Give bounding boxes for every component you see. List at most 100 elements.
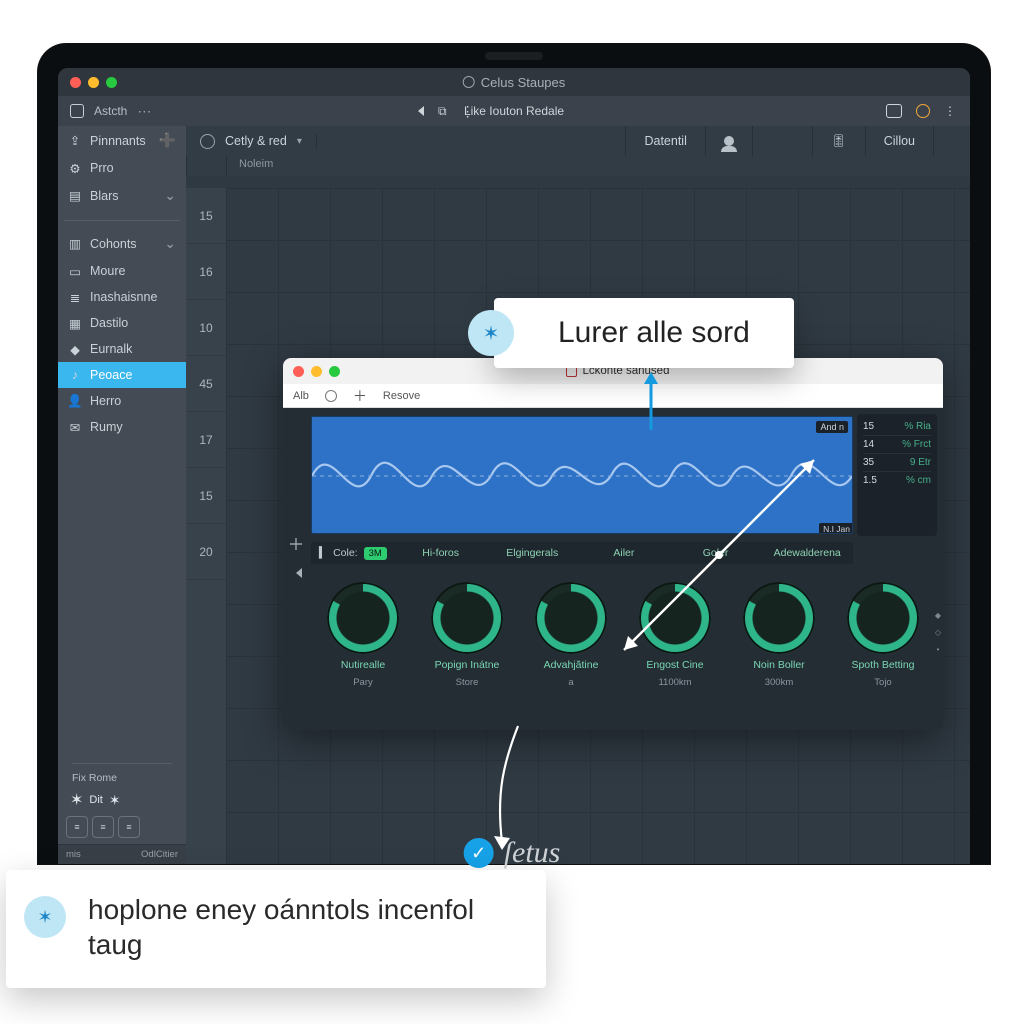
labels-chip[interactable]: 3M — [364, 547, 387, 560]
callout-top: ✶ Lurer alle sord — [494, 298, 794, 368]
tab-resolve[interactable]: Resove — [383, 390, 420, 402]
label-cell: Hi-foros — [395, 547, 487, 559]
mini-meter: ≡ — [66, 816, 88, 838]
book-icon: ▭ — [68, 264, 82, 278]
camera-icon[interactable] — [886, 104, 902, 118]
calendar-icon: ▤ — [68, 189, 82, 203]
knob-sublabel: Pary — [353, 677, 373, 688]
knob-noin-boller[interactable]: Noin Boller300km — [727, 570, 831, 700]
knob-engost-cine[interactable]: Engost Cine1100km — [623, 570, 727, 700]
maximize-icon[interactable] — [329, 366, 340, 377]
chevron-left-icon[interactable] — [292, 568, 302, 578]
plus-icon[interactable]: ＋ — [353, 386, 367, 406]
sidebar-item-peoace[interactable]: ♪Peoace — [58, 362, 186, 388]
knob-nutirealle[interactable]: NutireallePary — [311, 570, 415, 700]
knob-dial[interactable] — [431, 582, 503, 654]
knob-dial[interactable] — [535, 582, 607, 654]
column-label: Noleim — [226, 156, 285, 176]
source-label[interactable]: Cetly & red — [225, 134, 287, 148]
tab-alb[interactable]: Alb — [293, 390, 309, 402]
maximize-icon[interactable] — [106, 77, 117, 88]
wave-badge-bottom: N.I Jan — [819, 523, 853, 534]
aux-icon[interactable]: ⌄ — [164, 235, 176, 252]
sidebar-item-herro[interactable]: 👤Herro — [58, 388, 186, 414]
ruler-tick: 45 — [186, 356, 226, 412]
sidebar-item-label: Inashaisnne — [90, 290, 176, 304]
minimize-icon[interactable] — [311, 366, 322, 377]
ruler-tick: 15 — [186, 188, 226, 244]
close-icon[interactable] — [293, 366, 304, 377]
layers-icon: ▥ — [68, 237, 82, 251]
chevron-down-icon[interactable]: ▾ — [297, 136, 302, 147]
waveform[interactable]: And n N.I Jan — [311, 416, 853, 534]
callout-bottom-icon: ✶ — [24, 896, 66, 938]
image-icon: ▦ — [68, 316, 82, 330]
field-header: Cetly & red ▾ Datentil 🎚 Cillou — [186, 126, 970, 156]
tool-icon[interactable]: ⧉ — [438, 104, 447, 119]
panel-icon[interactable] — [70, 104, 84, 118]
status-bar: mis OdlCitier — [58, 844, 186, 864]
sidebar-item-label: Blars — [90, 189, 156, 203]
target-icon — [463, 76, 475, 88]
waveform-panel[interactable]: And n N.I Jan — [311, 416, 853, 534]
header-cell[interactable]: Datentil — [644, 134, 686, 148]
back-icon[interactable] — [418, 106, 424, 116]
knob-label: Spoth Betting — [851, 660, 914, 672]
app-toolbar: Astcth ⋯ ⧉ ⋮ Like Iouton Redale ⋮ — [58, 96, 970, 126]
knob-popign-in-tne[interactable]: Popign InátneStore — [415, 570, 519, 700]
knob-label: Popign Inátne — [435, 660, 500, 672]
mail-icon: ✉ — [68, 420, 82, 434]
sidebar-item-inashaisnne[interactable]: ≣Inashaisnne — [58, 284, 186, 310]
ruler-tick: 10 — [186, 300, 226, 356]
check-icon: ✓ — [464, 838, 494, 868]
label-cell: Goler — [670, 547, 762, 559]
ruler-tick: 17 — [186, 412, 226, 468]
sidebar-item-prro[interactable]: ⚙ Prro — [58, 155, 186, 181]
header-cell[interactable]: Cillou — [884, 134, 915, 148]
meter-row: 359 Etr — [863, 454, 931, 472]
gear-icon: ⚙ — [68, 161, 82, 175]
knob-sublabel: 300km — [765, 677, 794, 688]
column-row: Noleim — [186, 156, 970, 176]
laptop-frame: Celus Staupes Astcth ⋯ ⧉ ⋮ Like Iouton R… — [38, 44, 990, 864]
tune-icon[interactable]: 🎚 — [831, 134, 847, 149]
labels-first: Cole: — [333, 547, 358, 559]
person-icon[interactable] — [724, 136, 734, 146]
aux-icon[interactable]: ➕ — [159, 132, 176, 149]
right-rail[interactable]: ◆◇• — [933, 564, 943, 700]
meter-panel: 15% Ria14% Frct359 Etr1.5% cm — [857, 414, 937, 536]
knob-dial[interactable] — [639, 582, 711, 654]
sidebar-item-label: Prro — [90, 161, 176, 175]
knob-row: NutirealleParyPopign InátneStoreAdvahjăt… — [311, 570, 935, 700]
sidebar-item-label: Dastilo — [90, 316, 176, 330]
screen: Celus Staupes Astcth ⋯ ⧉ ⋮ Like Iouton R… — [58, 68, 970, 864]
overflow-icon[interactable]: ⋮ — [944, 104, 956, 118]
wave-gutter-icon[interactable] — [287, 534, 305, 554]
minimize-icon[interactable] — [88, 77, 99, 88]
sidebar-item-label: Moure — [90, 264, 176, 278]
knob-dial[interactable] — [743, 582, 815, 654]
knob-dial[interactable] — [847, 582, 919, 654]
aux-icon[interactable]: ⌄ — [164, 187, 176, 204]
plugin-window: Lckonte sanused Alb ＋ Resove And — [283, 358, 943, 730]
sidebar-item-blars[interactable]: ▤ Blars ⌄ — [58, 181, 186, 210]
knob-dial[interactable] — [327, 582, 399, 654]
wave-badge-top: And n — [816, 421, 848, 433]
sidebar-item-cohonts[interactable]: ▥Cohonts⌄ — [58, 229, 186, 258]
sidebar-item-rumy[interactable]: ✉Rumy — [58, 414, 186, 440]
source-ring-icon[interactable] — [200, 134, 215, 149]
knob-advahj-tine[interactable]: Advahjătinea — [519, 570, 623, 700]
circle-icon[interactable] — [325, 390, 337, 402]
sidebar-item-moure[interactable]: ▭ Moure — [58, 258, 186, 284]
sidebar-item-dastilo[interactable]: ▦ Dastilo — [58, 310, 186, 336]
sidebar: ⇪Pinnnants➕ ⚙ Prro ▤ Blars ⌄ ▥Cohonts⌄ ▭ Moure ≣… — [58, 126, 186, 864]
sidebar-item-pinnnants[interactable]: ⇪Pinnnants➕ — [58, 126, 186, 155]
sidebar-item-eurnalk[interactable]: ◆Eurnalk — [58, 336, 186, 362]
knob-sublabel: 1100km — [658, 677, 691, 688]
close-icon[interactable] — [70, 77, 81, 88]
knob-label: Advahjătine — [544, 660, 599, 672]
knob-spoth-betting[interactable]: Spoth BettingTojo — [831, 570, 935, 700]
mini-meter: ≡ — [92, 816, 114, 838]
window-controls[interactable] — [58, 77, 117, 88]
record-icon[interactable] — [916, 104, 930, 118]
